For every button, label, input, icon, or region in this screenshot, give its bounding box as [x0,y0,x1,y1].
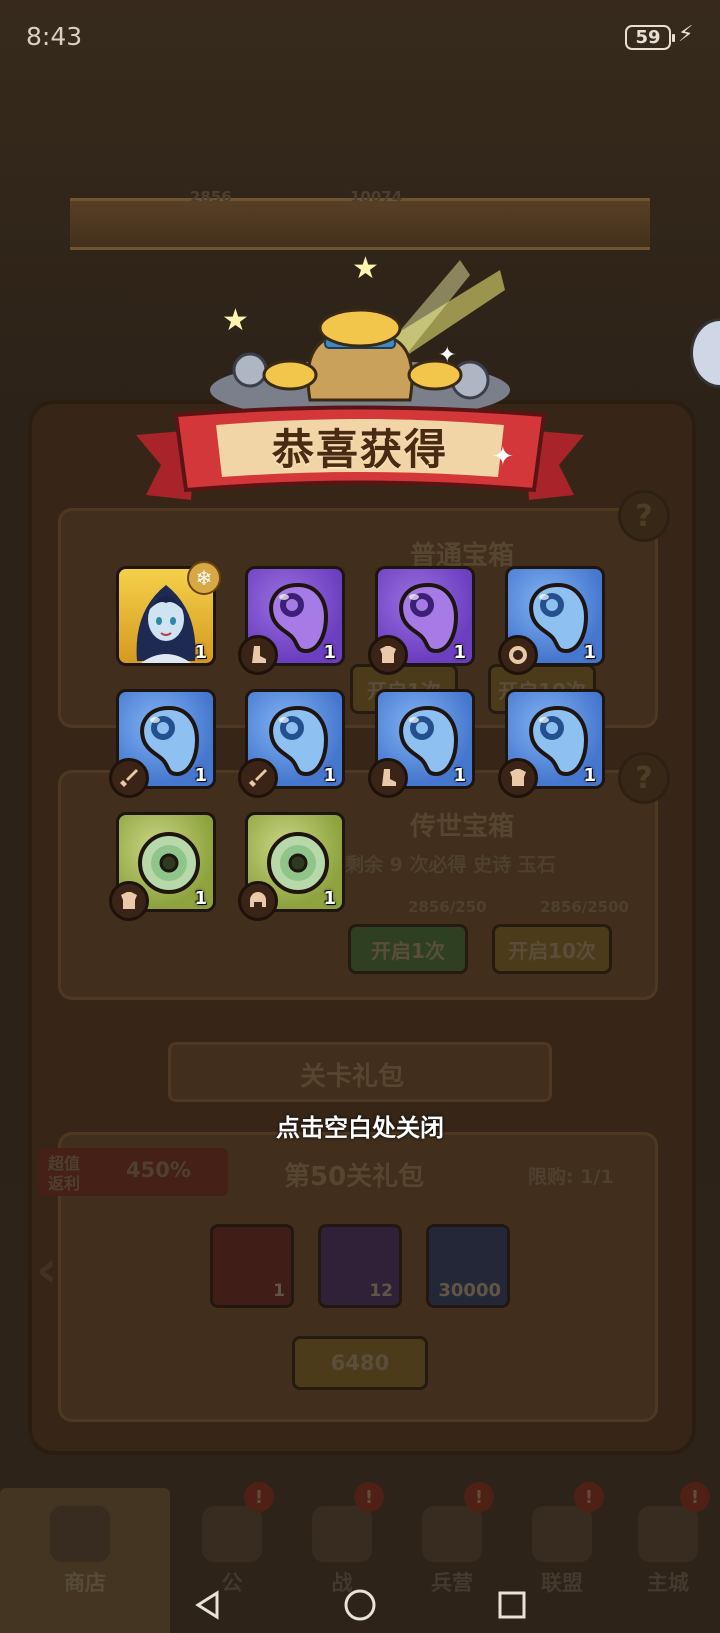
armor-icon [109,881,149,921]
modal-overlay[interactable] [0,0,720,1633]
battery-icon: 59 [625,25,675,50]
svg-text:★: ★ [222,303,249,338]
reward-qty: 1 [323,642,336,663]
svg-text:★: ★ [352,251,379,286]
status-time: 8:43 [26,22,83,51]
reward-qty: 1 [194,765,207,786]
popup-title: 恭喜获得 [271,425,448,474]
reward-qty: 1 [323,765,336,786]
boots-icon [368,758,408,798]
reward-qty: 1 [583,642,596,663]
reward-item[interactable]: 1 [498,689,605,798]
recents-icon[interactable] [492,1585,532,1625]
boots-icon [238,635,278,675]
charging-icon: ⚡ [678,22,694,47]
reward-item[interactable]: 1 [368,689,475,798]
reward-qty: 1 [194,888,207,909]
reward-item[interactable]: 1 [238,566,345,675]
close-hint[interactable]: 点击空白处关闭 [0,1108,720,1143]
reward-qty: 1 [453,642,466,663]
reward-item[interactable]: 1 ❄ [116,561,221,666]
treasure-bag-icon: ★ ★ ✦ [210,251,510,420]
gem-icon [399,582,459,653]
snowflake-icon: ❄ [187,561,221,595]
reward-item[interactable]: 1 [368,566,475,675]
back-icon[interactable] [188,1585,228,1625]
ring-icon [498,635,538,675]
jade-disc-icon [138,832,200,894]
reward-item[interactable]: 1 [238,689,345,798]
reward-qty: 1 [323,888,336,909]
gem-icon [529,582,589,653]
reward-item[interactable]: 1 [109,689,216,798]
gem-icon [399,705,459,776]
sword-icon [238,758,278,798]
reward-item[interactable]: 1 [238,812,345,921]
armor-icon [368,635,408,675]
reward-item[interactable]: 1 [498,566,605,675]
reward-qty: 1 [453,765,466,786]
gem-icon [269,705,329,776]
reward-item[interactable]: 1 [109,812,216,921]
helmet-icon [238,881,278,921]
home-icon[interactable] [340,1585,380,1625]
svg-text:✦: ✦ [438,343,456,368]
reward-qty: 1 [194,642,207,663]
gem-icon [140,705,200,776]
reward-qty: 1 [583,765,596,786]
jade-disc-icon [267,832,329,894]
sword-icon [109,758,149,798]
gem-icon [269,582,329,653]
armor-icon [498,758,538,798]
gem-icon [529,705,589,776]
